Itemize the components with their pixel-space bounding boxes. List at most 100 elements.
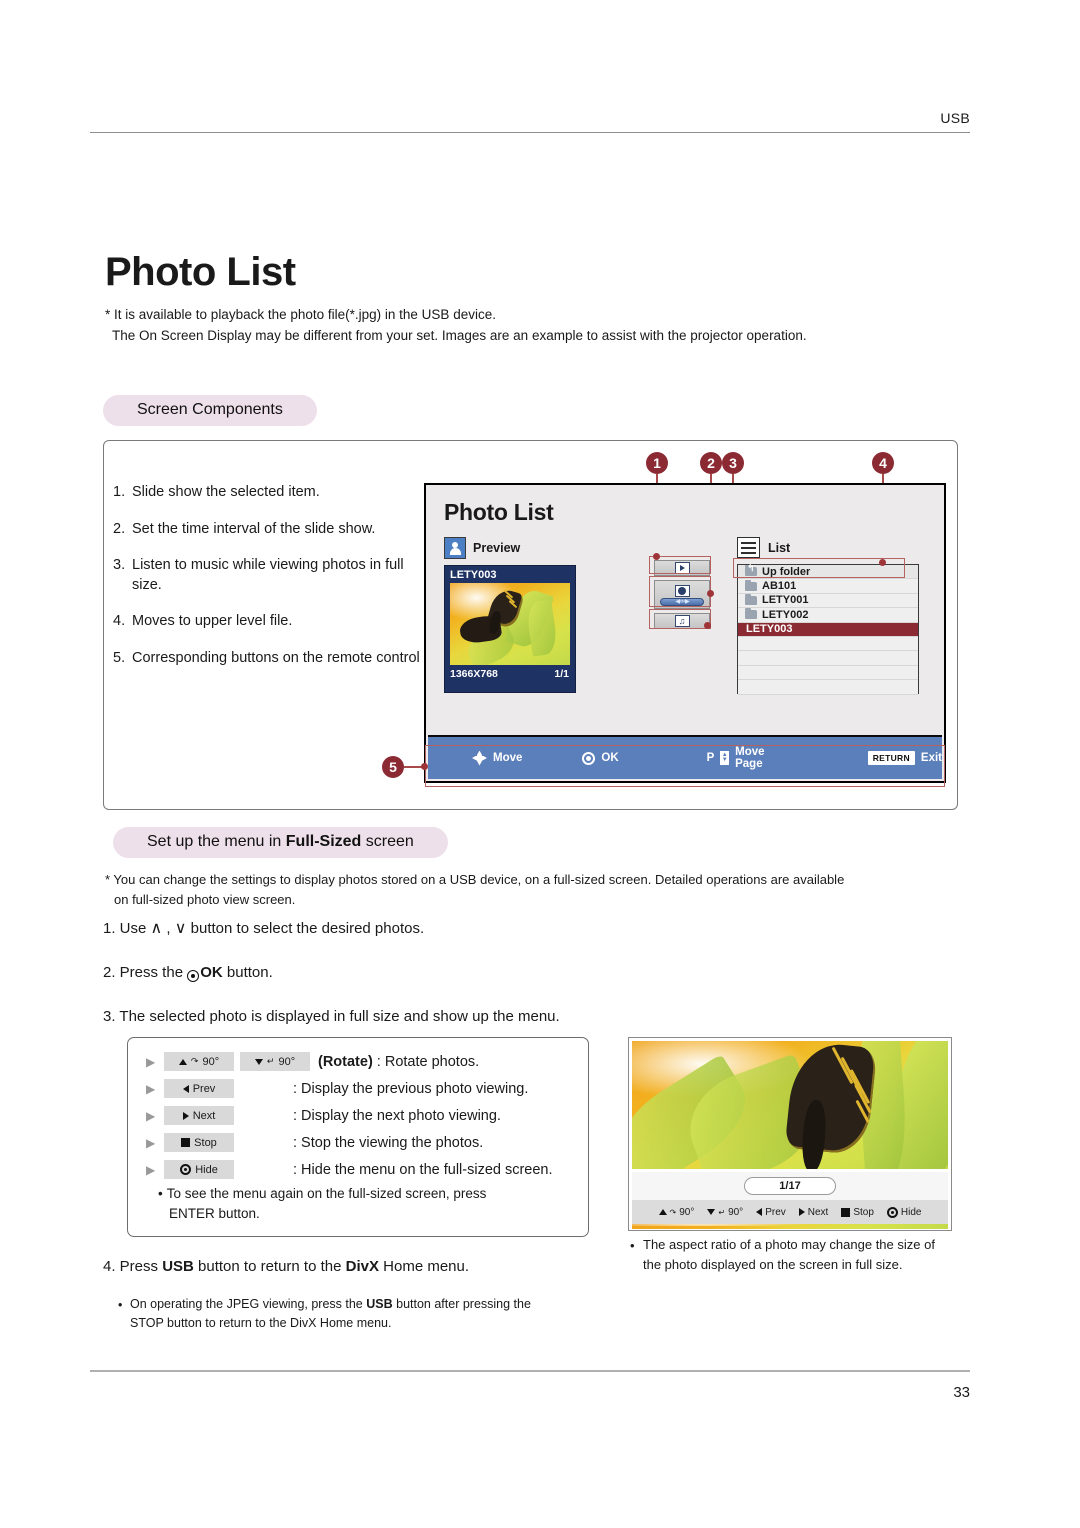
- key-row-stop: ▶ Stop : Stop the viewing the photos.: [146, 1133, 576, 1152]
- fullsized-note: * You can change the settings to display…: [105, 870, 965, 909]
- next-desc: : Display the next photo viewing.: [293, 1107, 501, 1124]
- rotate-ccw-label: 90°: [278, 1055, 296, 1068]
- list-item-number: 1.: [113, 484, 126, 500]
- fullsized-steps: 1. Use , button to select the desired ph…: [103, 918, 743, 1051]
- hide-key[interactable]: Hide: [164, 1160, 234, 1179]
- key-row-rotate: ▶ ↷ 90° ↵ 90° (Rotate) : Rotate photos.: [146, 1052, 576, 1071]
- step-4-a: 4. Press: [103, 1258, 163, 1275]
- channel-down-icon: [175, 920, 187, 937]
- stop-label: Stop: [194, 1136, 217, 1149]
- photo-bottom-strip: [632, 1224, 948, 1229]
- preview-footer: 1366X768 1/1: [445, 665, 575, 680]
- toolbar-next-label: Next: [807, 1206, 829, 1218]
- rotate-desc: : Rotate photos.: [372, 1053, 480, 1070]
- play-icon: [674, 562, 690, 574]
- callout-dot-3: [704, 622, 711, 629]
- file-list-row[interactable]: LETY001: [738, 593, 918, 609]
- fullsized-photo-toolbar: ↷ 90° ↵ 90° Prev Next Stop Hide: [632, 1200, 948, 1224]
- fullsized-note-line-1: * You can change the settings to display…: [105, 872, 845, 887]
- step-2-b: button.: [222, 964, 273, 981]
- fullsized-suffix: screen: [361, 833, 414, 850]
- key-row-prev: ▶ Prev : Display the previous photo view…: [146, 1079, 576, 1098]
- file-list-row[interactable]: AB101: [738, 579, 918, 594]
- running-head: USB: [940, 110, 970, 126]
- stop-key[interactable]: Stop: [164, 1133, 234, 1152]
- guide-move[interactable]: Move: [472, 751, 522, 766]
- guide-exit-label: Exit: [920, 752, 942, 764]
- preview-file-name: LETY003: [450, 569, 497, 581]
- step-4: 4. Press USB button to return to the Div…: [103, 1258, 643, 1275]
- return-key: RETURN: [867, 751, 915, 765]
- timer-button[interactable]: ◀ »» ▶: [654, 580, 710, 609]
- key-row-next: ▶ Next : Display the next photo viewing.: [146, 1106, 576, 1125]
- intro-line-2: The On Screen Display may be different f…: [112, 327, 807, 343]
- fullsized-bold: Full-Sized: [285, 833, 362, 850]
- callout-badge-1: 1: [646, 452, 668, 474]
- callout-badge-3: 3: [722, 452, 744, 474]
- rotate-cw-icon: [178, 1058, 187, 1065]
- list-label: List: [768, 540, 791, 555]
- toolbar-stop[interactable]: Stop: [841, 1207, 874, 1218]
- rotate-cw-key[interactable]: ↷ 90°: [164, 1052, 234, 1071]
- prev-label: Prev: [192, 1082, 216, 1095]
- guide-ok[interactable]: OK: [582, 751, 619, 765]
- step-4-b: button to return to the: [193, 1258, 346, 1275]
- section-heading-screen-components: Screen Components: [103, 395, 317, 426]
- preview-thumbnail: [450, 583, 570, 665]
- toolbar-next[interactable]: Next: [798, 1206, 829, 1218]
- toolbar-prev[interactable]: Prev: [756, 1207, 786, 1218]
- list-item: 1. Slide show the selected item.: [113, 483, 433, 503]
- file-list-row-empty: [738, 665, 918, 681]
- fullsized-note-line-2: on full-sized photo view screen.: [114, 891, 296, 907]
- next-key[interactable]: Next: [164, 1106, 234, 1125]
- list-item-number: 3.: [113, 557, 126, 574]
- slideshow-button[interactable]: [654, 560, 710, 576]
- jpeg-note: • On operating the JPEG viewing, press t…: [118, 1295, 618, 1333]
- dpad-icon: [472, 751, 487, 766]
- music-button[interactable]: ♫: [654, 613, 710, 629]
- stop-icon: [181, 1138, 191, 1147]
- jpeg-note-line-2: STOP button to return to the DivX Home m…: [130, 1315, 392, 1330]
- preview-card[interactable]: LETY003 1366X768 1/1: [444, 565, 576, 693]
- header-rule: [90, 132, 970, 133]
- stop-icon: [841, 1207, 851, 1217]
- channel-up-icon: [151, 920, 163, 937]
- bullet-icon: •: [158, 1186, 163, 1201]
- step-2-a: 2. Press the: [103, 964, 188, 981]
- osd-title: Photo List: [444, 499, 554, 525]
- toolbar-hide-label: Hide: [900, 1206, 922, 1218]
- toolbar-rotate-cw[interactable]: ↷ 90°: [658, 1207, 694, 1218]
- guide-move-page-label: Move Page: [735, 746, 765, 770]
- prev-key[interactable]: Prev: [164, 1079, 234, 1098]
- ok-icon: [187, 970, 200, 982]
- file-list-panel[interactable]: Up folder AB101 LETY001 LETY002 LETY003: [737, 564, 919, 695]
- step-4-usb: USB: [162, 1258, 194, 1275]
- key-row-hide: ▶ Hide : Hide the menu on the full-sized…: [146, 1160, 576, 1179]
- toolbar-prev-label: Prev: [765, 1206, 786, 1218]
- guide-exit[interactable]: RETURN Exit: [867, 751, 942, 765]
- step-4-c: Home menu.: [378, 1258, 470, 1275]
- callout-dot-2: [707, 590, 714, 597]
- photo-counter: 1/17: [744, 1177, 836, 1195]
- aspect-ratio-note: • The aspect ratio of a photo may change…: [630, 1235, 950, 1275]
- prev-icon: [182, 1084, 189, 1093]
- file-list-row-selected[interactable]: LETY003: [738, 622, 918, 637]
- preview-icon: [444, 537, 466, 559]
- page-header: USB: [90, 110, 970, 133]
- list-item-number: 5.: [113, 649, 126, 666]
- toolbar-rotate-ccw[interactable]: ↵ 90°: [707, 1207, 743, 1218]
- file-list-row[interactable]: LETY002: [738, 608, 918, 623]
- section-heading-fullsized: Set up the menu in Full-Sized screen: [113, 827, 448, 858]
- step-2: 2. Press the OK button.: [103, 964, 743, 982]
- toolbar-hide[interactable]: Hide: [886, 1206, 922, 1218]
- hide-ok-icon: [886, 1206, 898, 1218]
- interval-slider[interactable]: ◀ »» ▶: [660, 597, 704, 606]
- file-list-row-up-folder[interactable]: Up folder: [738, 564, 918, 580]
- next-label: Next: [192, 1109, 216, 1122]
- guide-move-page[interactable]: P ▲ ▼ Move Page: [707, 746, 794, 770]
- folder-icon: [745, 593, 757, 605]
- rotate-ccw-icon: [707, 1209, 716, 1215]
- list-icon: [737, 537, 760, 558]
- preview-header: Preview: [444, 537, 520, 559]
- rotate-ccw-key[interactable]: ↵ 90°: [240, 1052, 310, 1071]
